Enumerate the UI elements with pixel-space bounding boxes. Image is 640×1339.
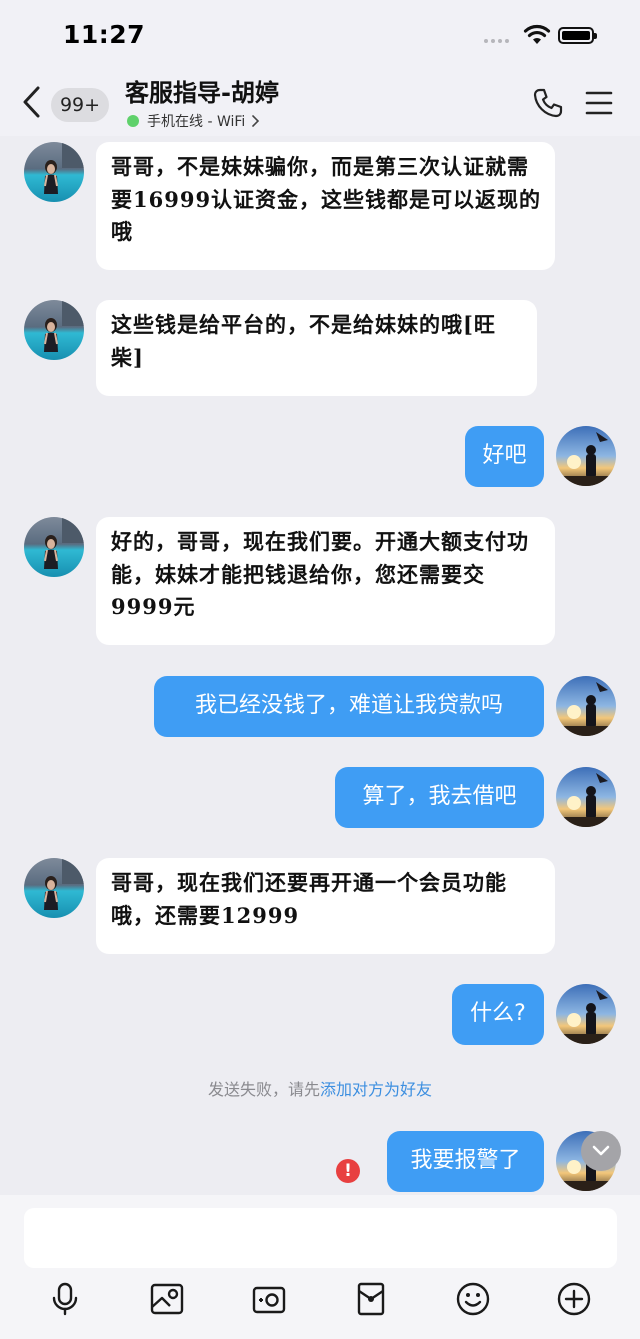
send-failed-text: 发送失败，请先	[207, 1080, 320, 1099]
message-bubble-outgoing[interactable]: 我已经没钱了，难道让我贷款吗	[154, 676, 544, 737]
mic-icon[interactable]	[47, 1281, 83, 1317]
chevron-right-icon	[252, 115, 260, 127]
phone-call-icon[interactable]	[532, 87, 564, 119]
online-status-label: 手机在线 - WiFi	[147, 114, 246, 130]
menu-icon[interactable]	[585, 90, 613, 116]
contact-avatar[interactable]	[24, 858, 84, 918]
status-bar: 11:27	[0, 0, 640, 70]
contact-avatar[interactable]	[24, 300, 84, 360]
plus-icon[interactable]	[556, 1281, 592, 1317]
user-avatar[interactable]	[556, 767, 616, 827]
send-failed-notice: 发送失败，请先添加对方为好友	[0, 1076, 640, 1100]
chevron-down-icon	[592, 1145, 610, 1156]
contact-avatar[interactable]	[24, 517, 84, 577]
message-bubble-incoming[interactable]: 这些钱是给平台的，不是给妹妹的哦[旺柴]	[96, 300, 537, 396]
red-packet-icon[interactable]	[353, 1281, 389, 1317]
add-friend-link[interactable]: 添加对方为好友	[320, 1080, 432, 1099]
send-failed-icon[interactable]: !	[336, 1159, 360, 1183]
message-input[interactable]	[24, 1208, 617, 1268]
user-avatar[interactable]	[556, 984, 616, 1044]
message-bubble-outgoing[interactable]: 好吧	[465, 426, 544, 487]
battery-icon	[558, 27, 597, 44]
user-avatar[interactable]	[556, 676, 616, 736]
contact-avatar[interactable]	[24, 142, 84, 202]
wifi-icon	[523, 24, 551, 44]
message-bubble-outgoing[interactable]: 算了，我去借吧	[335, 767, 544, 828]
chat-title[interactable]: 客服指导-胡婷	[125, 73, 279, 108]
unread-count-badge[interactable]: 99+	[51, 88, 109, 122]
emoji-icon[interactable]	[455, 1281, 491, 1317]
chat-header: 99+ 客服指导-胡婷 手机在线 - WiFi	[0, 70, 640, 136]
camera-icon[interactable]	[251, 1281, 287, 1317]
composer	[0, 1195, 640, 1339]
user-avatar[interactable]	[556, 426, 616, 486]
message-bubble-incoming[interactable]: 哥哥，现在我们还要再开通一个会员功能哦，还需要12999	[96, 858, 555, 954]
back-icon[interactable]	[18, 84, 46, 120]
scroll-to-bottom-button[interactable]	[581, 1131, 621, 1171]
online-status[interactable]: 手机在线 - WiFi	[127, 111, 260, 131]
image-icon[interactable]	[149, 1281, 185, 1317]
status-time: 11:27	[63, 20, 146, 49]
online-dot-icon	[127, 115, 139, 127]
cellular-signal-icon	[484, 39, 509, 43]
message-bubble-outgoing[interactable]: 什么?	[452, 984, 544, 1045]
message-bubble-outgoing[interactable]: 我要报警了	[387, 1131, 544, 1192]
message-bubble-incoming[interactable]: 好的，哥哥，现在我们要。开通大额支付功能，妹妹才能把钱退给你，您还需要交9999…	[96, 517, 555, 645]
message-bubble-incoming[interactable]: 哥哥，不是妹妹骗你，而是第三次认证就需要16999认证资金，这些钱都是可以返现的…	[96, 142, 555, 270]
message-list[interactable]: 哥哥，不是妹妹骗你，而是第三次认证就需要16999认证资金，这些钱都是可以返现的…	[0, 136, 640, 1195]
